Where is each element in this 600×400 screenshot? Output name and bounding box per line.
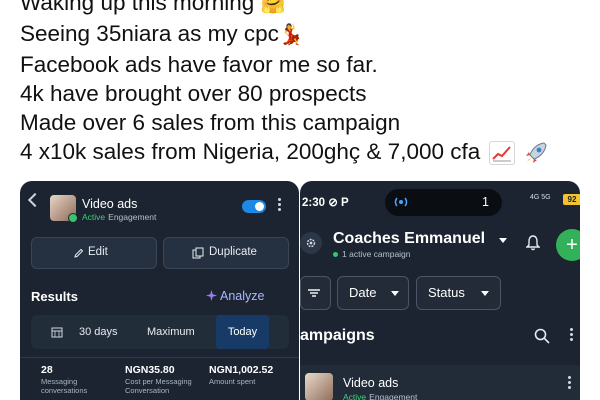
gear-icon [306,238,316,248]
plus-icon[interactable]: + [556,229,580,261]
range-maximum[interactable]: Maximum [147,326,195,338]
sparkle-icon [206,290,217,301]
filter-icon [308,289,320,297]
chart-increasing-emoji-icon [488,141,515,166]
dancer-emoji-icon: 💃 [278,24,304,46]
hugging-face-emoji-icon: 🤗 [260,0,286,15]
calendar-icon[interactable] [51,326,63,338]
broadcast-icon [394,197,408,207]
status-bar: 2:30 ⊘ P 1 4G 5G 92 [300,181,580,219]
account-avatar[interactable] [300,232,322,254]
campaign-status: Active Engagement [343,392,418,400]
signal-icon: 4G 5G [530,194,551,201]
duplicate-icon [192,247,204,259]
more-vertical-icon[interactable] [568,376,572,392]
results-heading: Results [31,289,78,304]
chevron-down-icon [481,291,489,296]
filter-button[interactable] [300,276,331,310]
edit-button[interactable]: Edit [31,237,157,269]
metric-cost-per-conversation: NGN35.80 Cost per Messaging Conversation [125,364,192,395]
duplicate-button[interactable]: Duplicate [163,237,289,269]
caption-line: Seeing 35niara as my cpc💃 [20,19,590,50]
caption-line: Facebook ads have favor me so far. [20,52,378,77]
chevron-down-icon [391,291,399,296]
account-name[interactable]: Coaches Emmanuel [333,230,485,248]
campaign-thumbnail [305,373,333,400]
ad-details-screenshot: Video ads Active Engagement Edit Duplicat… [20,181,299,400]
range-30-days[interactable]: 30 days [79,326,118,338]
metric-amount-spent: NGN1,002.52 Amount spent [209,364,274,386]
rocket-emoji-icon [523,140,549,166]
range-today[interactable]: Today [216,315,269,349]
caption-line: 4 x10k sales from Nigeria, 200ghç & 7,00… [20,137,590,166]
campaigns-screenshot: 2:30 ⊘ P 1 4G 5G 92 Coaches Emmanuel 1 a… [300,181,580,400]
search-icon[interactable] [534,328,550,344]
more-vertical-icon[interactable] [278,198,282,214]
dynamic-island: 1 [385,189,502,216]
ad-header: Video ads Active Engagement [20,181,299,223]
ad-active-toggle[interactable] [242,200,266,213]
caption-line: Waking up this morning 🤗 [20,0,590,19]
status-time: 2:30 ⊘ P [302,197,349,209]
caption-line: Made over 6 sales from this campaign [20,110,401,135]
pencil-icon [74,248,84,258]
post-caption: Waking up this morning 🤗 Seeing 35niara … [20,0,590,166]
bell-icon[interactable] [526,235,540,251]
date-range-selector: 30 days Maximum Today [31,315,289,349]
active-campaigns-count: 1 active campaign [333,249,411,259]
ad-title: Video ads [82,197,138,211]
metrics-row: 28 Messaging conversations NGN35.80 Cost… [20,357,299,400]
status-filter[interactable]: Status [416,276,501,310]
campaign-row[interactable]: Video ads Active Engagement [300,365,580,400]
chevron-down-icon[interactable] [499,238,507,243]
analyze-link[interactable]: Analyze [206,289,264,303]
battery-icon: 92 [563,194,580,205]
ad-thumbnail [50,195,78,223]
date-filter[interactable]: Date [337,276,409,310]
caption-line: 4k have brought over 80 prospects [20,81,367,106]
ad-status: Active Engagement [82,212,157,222]
campaign-name: Video ads [343,376,399,390]
campaigns-heading: ampaigns [300,327,375,344]
metric-conversations: 28 Messaging conversations [41,364,88,395]
more-vertical-icon[interactable] [570,328,574,344]
back-chevron-icon[interactable] [27,192,43,208]
active-dot [68,213,78,223]
